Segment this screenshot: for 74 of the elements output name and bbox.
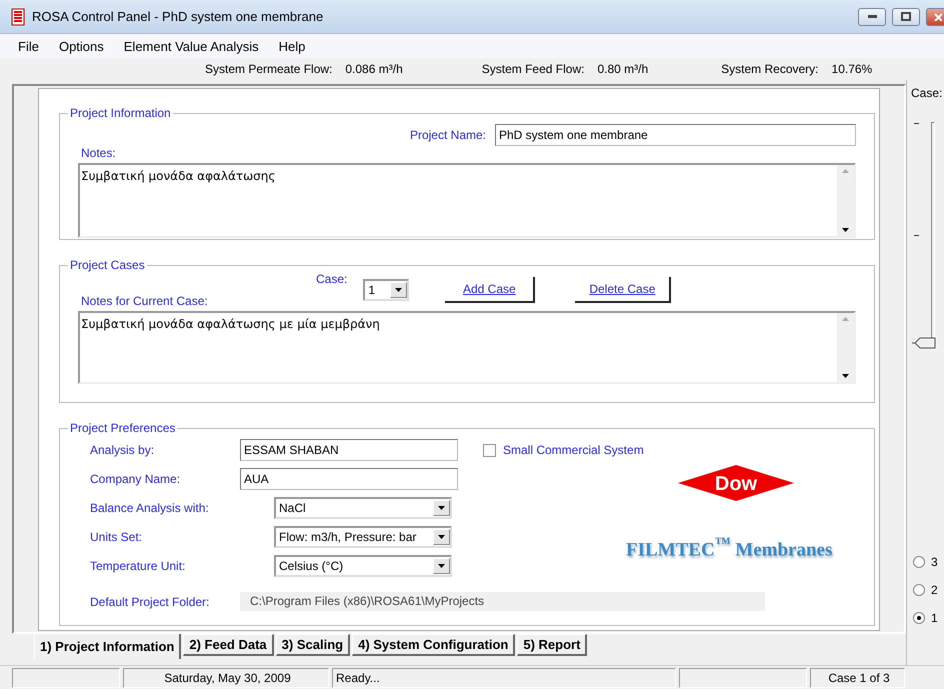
group-title: Project Cases (69, 258, 146, 272)
summary-label: System Recovery: (721, 62, 819, 76)
menu-item[interactable]: Element Value Analysis (114, 38, 269, 54)
caret-icon (842, 228, 849, 232)
menu-item[interactable]: File (8, 38, 49, 54)
status-panel: Saturday, May 30, 2009 (123, 668, 329, 688)
radio-label[interactable]: 2 (931, 583, 938, 597)
summary-value: 10.76% (832, 62, 872, 76)
summary-label: System Feed Flow: (482, 62, 584, 76)
radio-button[interactable] (913, 584, 925, 596)
scroll-bar[interactable] (837, 165, 854, 236)
tab[interactable]: 3) Scaling (276, 634, 350, 656)
slider-thumb[interactable] (912, 337, 936, 349)
field-label: Units Set: (90, 530, 144, 544)
radio-button[interactable] (913, 612, 925, 624)
field-label: Project Name: (410, 128, 486, 142)
radio-label[interactable]: 3 (931, 555, 938, 569)
close-icon (934, 12, 942, 20)
text-field[interactable]: AUA (240, 468, 458, 490)
maximize-icon (901, 12, 911, 21)
menu-item[interactable]: Help (268, 38, 316, 54)
tab[interactable]: 2) Feed Data (183, 634, 274, 656)
add-case-button[interactable]: Add Case (445, 277, 536, 303)
field-label: Default Project Folder: (90, 594, 210, 608)
dropdown[interactable]: Flow: m3/h, Pressure: bar (274, 526, 452, 548)
summary-value: 0.086 m³/h (345, 62, 403, 76)
caret-icon (842, 317, 849, 321)
status-panel: Case 1 of 3 (810, 668, 905, 688)
folder-path: C:\Program Files (x86)\ROSA61\MyProjects (240, 592, 765, 611)
summary-value: 0.80 m³/h (597, 62, 648, 76)
notes-field[interactable]: Συμβατική μονάδα αφαλάτωσης (78, 163, 856, 238)
caret-icon (438, 506, 445, 510)
case-dropdown[interactable]: 1 (363, 279, 410, 301)
group-title: Project Information (69, 106, 172, 120)
caret-icon (438, 535, 445, 539)
field-label: Analysis by: (90, 443, 156, 457)
menu-item[interactable]: Options (48, 38, 114, 54)
tab[interactable]: 1) Project Information (34, 634, 182, 659)
field-label: Balance Analysis with: (90, 501, 210, 515)
field-label: Company Name: (90, 472, 182, 486)
status-panel: Ready... (332, 668, 676, 688)
case-label: Case: (911, 86, 944, 100)
caret-icon (842, 169, 849, 173)
tab[interactable]: 4) System Configuration (352, 634, 516, 656)
field-label: Temperature Unit: (90, 559, 186, 573)
summary-label: System Permeate Flow: (205, 62, 332, 76)
caret-icon (438, 564, 445, 568)
dow-logo: Dow (678, 465, 794, 501)
field-label: Notes: (81, 146, 116, 160)
radio-label[interactable]: 1 (931, 611, 938, 625)
field-label: Case: (316, 272, 348, 286)
group-title: Project Preferences (69, 421, 176, 435)
minimize-icon (868, 15, 876, 18)
maximize-button[interactable] (892, 8, 920, 26)
caret-icon (395, 288, 402, 292)
filmtec-logo: FILMTEC$^{™}$ Membranes (626, 535, 832, 562)
delete-case-button[interactable]: Delete Case (575, 277, 672, 303)
scroll-bar[interactable] (837, 313, 854, 382)
close-button[interactable] (926, 8, 944, 26)
radio-button[interactable] (913, 556, 925, 568)
project-name-field[interactable]: PhD system one membrane (495, 124, 856, 146)
checkbox-label[interactable]: Small Commercial System (503, 443, 644, 457)
dropdown[interactable]: NaCl (274, 497, 452, 519)
tab[interactable]: 5) Report (517, 634, 588, 656)
case-notes-field[interactable]: Συμβατική μονάδα αφαλάτωσης με μία μεμβράνη (78, 311, 856, 384)
app-icon (10, 8, 26, 26)
minimize-button[interactable] (858, 8, 886, 26)
selected-dot-icon (917, 616, 921, 620)
window-title: ROSA Control Panel - PhD system one membrane (32, 9, 324, 24)
caret-icon (842, 374, 849, 378)
dropdown[interactable]: Celsius (°C) (274, 555, 452, 577)
checkbox[interactable] (483, 444, 496, 456)
text-field[interactable]: ESSAM SHABAN (240, 439, 458, 461)
field-label: Notes for Current Case: (81, 294, 208, 308)
